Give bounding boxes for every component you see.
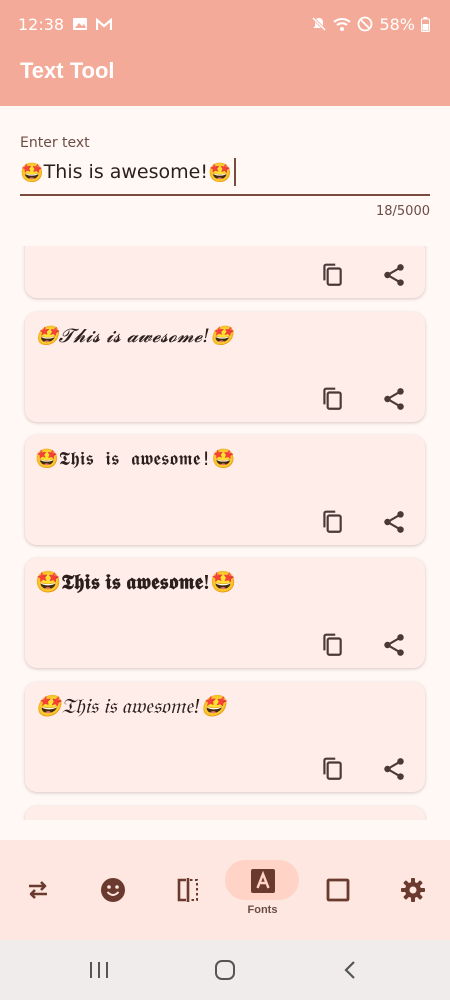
copy-icon[interactable]: [319, 756, 345, 782]
font-card-text[interactable]: 🤩𝕿𝖍𝖎𝖘 𝖎𝖘 𝖆𝖜𝖊𝖘𝖔𝖒𝖊!🤩: [35, 447, 236, 470]
nav-item-emoji[interactable]: [75, 840, 150, 940]
text-caret: [233, 158, 236, 186]
font-card-text[interactable]: 🤩𝔗𝔥𝔦𝔰 𝔦𝔰 𝔞𝔴𝔢𝔰𝔬𝔪𝔢!🤩: [35, 694, 226, 719]
frame-icon: [326, 878, 349, 902]
battery-icon: [421, 16, 430, 32]
share-icon[interactable]: [381, 386, 407, 412]
font-icon: [250, 869, 275, 893]
copy-icon[interactable]: [319, 632, 345, 658]
text-input[interactable]: 🤩 This is awesome! 🤩: [20, 158, 236, 186]
input-emoji-end: 🤩: [207, 161, 232, 184]
char-counter: 18/5000: [375, 204, 430, 219]
nav-label-fonts: Fonts: [247, 904, 278, 916]
bottom-navigation: Fonts: [0, 840, 450, 940]
home-icon[interactable]: [214, 960, 236, 984]
emoji-icon: [100, 878, 125, 902]
settings-icon: [400, 878, 425, 902]
font-card: 🤩𝕿𝖍𝖎𝖘 𝖎𝖘 𝖆𝖜𝖊𝖘𝖔𝖒𝖊!🤩: [25, 435, 425, 545]
gmail-icon: [96, 17, 113, 31]
nav-item-frame[interactable]: [300, 840, 375, 940]
share-icon[interactable]: [381, 262, 407, 288]
app-header: 12:38 58% Text Tool: [0, 0, 450, 106]
mute-icon: [311, 16, 327, 32]
recents-icon[interactable]: [88, 960, 110, 984]
copy-icon[interactable]: [319, 262, 345, 288]
font-card: 🤩𝓣𝓱𝓲𝓼 𝓲𝓼 𝓪𝔀𝓮𝓼𝓸𝓶𝓮!🤩: [25, 312, 425, 422]
status-time: 12:38: [18, 14, 65, 34]
input-emoji-start: 🤩: [20, 161, 44, 184]
input-underline: [20, 194, 430, 196]
status-bar: 12:38 58%: [0, 0, 450, 48]
mirror-icon: [177, 878, 198, 902]
system-navigation: [0, 940, 450, 1000]
input-label: Enter text: [20, 135, 90, 151]
share-icon[interactable]: [381, 632, 407, 658]
back-icon[interactable]: [342, 960, 358, 984]
copy-icon[interactable]: [319, 386, 345, 412]
font-card: 🤩𝔗𝔥𝔦𝔰 𝔦𝔰 𝔞𝔴𝔢𝔰𝔬𝔪𝔢!🤩: [25, 682, 425, 792]
font-card: 🤩𝕿𝖍𝖎𝖘 𝖎𝖘 𝖆𝖜𝖊𝖘𝖔𝖒𝖊!🤩: [25, 558, 425, 668]
nav-item-swap[interactable]: [0, 840, 75, 940]
font-results-list[interactable]: 🤩𝓣𝓱𝓲𝓼 𝓲𝓼 𝓪𝔀𝓮𝓼𝓸𝓶𝓮!🤩 🤩𝕿𝖍𝖎𝖘 𝖎𝖘 𝖆𝖜𝖊𝖘𝖔𝖒𝖊!🤩 🤩𝕿…: [0, 246, 450, 820]
share-icon[interactable]: [381, 756, 407, 782]
nav-item-mirror[interactable]: [150, 840, 225, 940]
swap-icon: [28, 881, 47, 899]
copy-icon[interactable]: [319, 509, 345, 535]
font-card-text[interactable]: 🤩𝓣𝓱𝓲𝓼 𝓲𝓼 𝓪𝔀𝓮𝓼𝓸𝓶𝓮!🤩: [35, 324, 234, 347]
nav-item-fonts[interactable]: Fonts: [225, 840, 300, 940]
nav-item-settings[interactable]: [375, 840, 450, 940]
share-icon[interactable]: [381, 509, 407, 535]
font-card-text[interactable]: 🤩𝕿𝖍𝖎𝖘 𝖎𝖘 𝖆𝖜𝖊𝖘𝖔𝖒𝖊!🤩: [35, 570, 236, 595]
font-card: [25, 246, 425, 298]
battery-level: 58%: [379, 14, 415, 34]
font-card: [25, 806, 425, 820]
input-value: This is awesome!: [43, 161, 208, 183]
image-icon: [72, 17, 88, 31]
dnd-icon: [357, 16, 373, 32]
wifi-icon: [333, 17, 352, 32]
page-title: Text Tool: [20, 58, 115, 83]
